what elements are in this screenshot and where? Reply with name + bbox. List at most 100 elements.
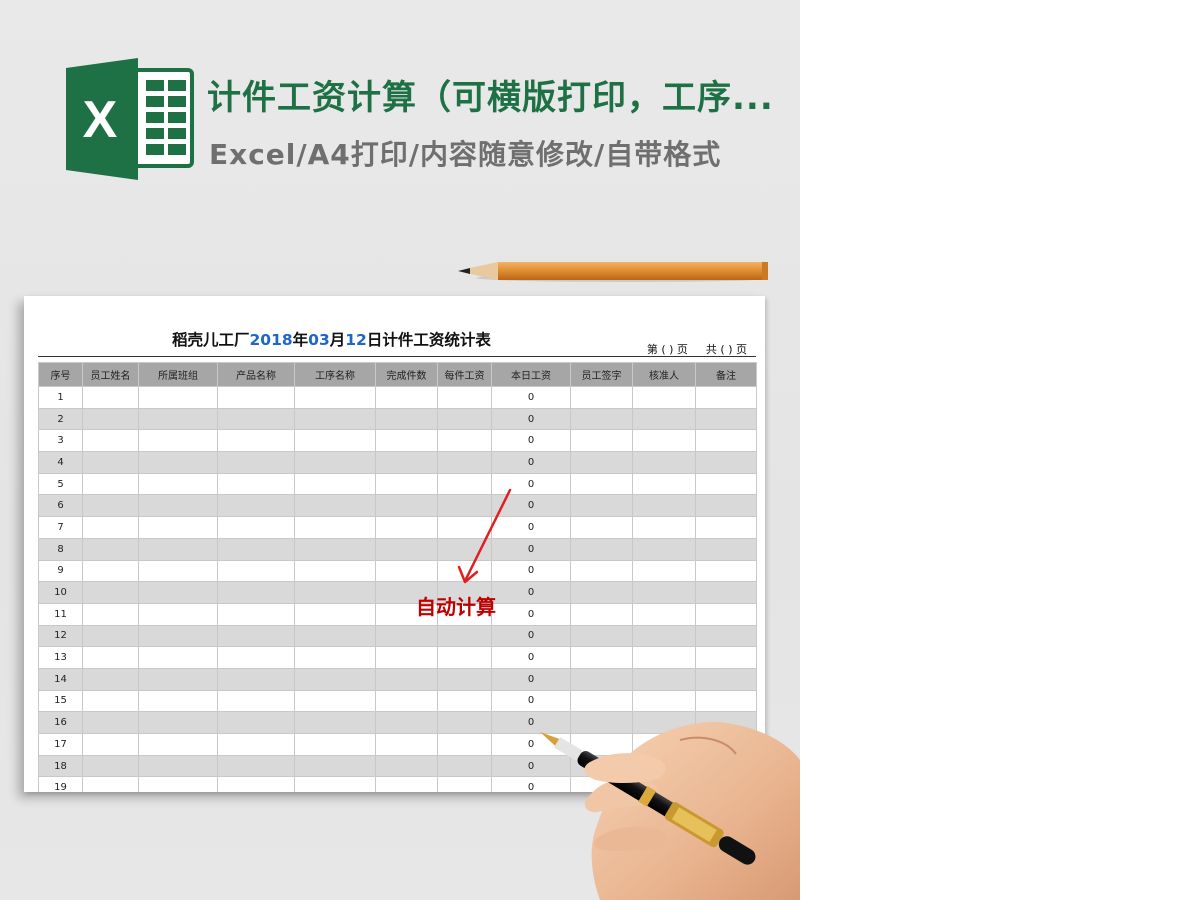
table-cell xyxy=(632,602,696,626)
table-cell xyxy=(82,472,139,496)
table-row: 70 xyxy=(38,516,757,539)
table-cell xyxy=(82,646,139,669)
table-cell xyxy=(82,602,139,626)
sheet-title-year-unit: 年 xyxy=(292,331,309,349)
table-cell xyxy=(570,602,633,626)
table-cell xyxy=(294,537,376,561)
sheet-title-day: 12 xyxy=(345,331,367,349)
table-cell xyxy=(570,516,633,539)
column-header: 工序名称 xyxy=(294,362,376,387)
table-cell xyxy=(217,754,295,778)
column-header: 产品名称 xyxy=(217,362,295,387)
table-cell xyxy=(437,451,492,474)
table-row: 10 xyxy=(38,386,757,409)
table-cell xyxy=(138,451,218,474)
sheet-title: 稻壳儿工厂2018年03月12日计件工资统计表 xyxy=(172,328,491,350)
title-divider xyxy=(38,356,756,357)
table-cell xyxy=(138,776,218,792)
page-info: 第 ( ) 页 共 ( ) 页 xyxy=(629,341,747,357)
table-cell xyxy=(570,472,633,496)
table-cell xyxy=(82,407,139,431)
table-cell xyxy=(632,537,696,561)
table-cell xyxy=(695,494,757,518)
table-cell xyxy=(294,689,376,713)
row-number-cell: 9 xyxy=(38,559,83,583)
table-cell xyxy=(138,559,218,583)
table-cell xyxy=(294,667,376,691)
row-number-cell: 11 xyxy=(38,602,83,626)
table-cell xyxy=(570,646,633,669)
column-header: 员工签字 xyxy=(570,362,633,387)
table-cell xyxy=(437,386,492,409)
table-cell xyxy=(217,407,295,431)
table-cell xyxy=(570,386,633,409)
row-number-cell: 13 xyxy=(38,646,83,669)
table-cell xyxy=(138,407,218,431)
table-cell xyxy=(217,733,295,756)
daily-wage-cell: 0 xyxy=(491,407,571,431)
table-cell xyxy=(217,689,295,713)
table-cell xyxy=(695,407,757,431)
table-cell xyxy=(82,516,139,539)
table-cell xyxy=(217,516,295,539)
sheet-title-prefix: 稻壳儿工厂 xyxy=(172,331,250,349)
daily-wage-cell: 0 xyxy=(491,429,571,453)
table-cell xyxy=(138,646,218,669)
table-cell xyxy=(294,646,376,669)
table-cell xyxy=(570,559,633,583)
table-cell xyxy=(570,429,633,453)
table-cell xyxy=(632,624,696,648)
table-cell xyxy=(82,429,139,453)
table-cell xyxy=(217,776,295,792)
table-row: 90 xyxy=(38,559,757,583)
table-row: 12 0 xyxy=(38,624,757,648)
table-cell xyxy=(437,624,492,648)
table-cell xyxy=(437,689,492,713)
table-cell xyxy=(82,624,139,648)
table-cell xyxy=(217,646,295,669)
table-cell xyxy=(82,494,139,518)
row-number-cell: 1 xyxy=(38,386,83,409)
table-cell xyxy=(570,537,633,561)
table-cell xyxy=(217,581,295,604)
table-cell xyxy=(294,776,376,792)
sheet-title-suffix: 日计件工资统计表 xyxy=(366,331,491,349)
table-cell xyxy=(138,689,218,713)
table-cell xyxy=(138,537,218,561)
table-cell xyxy=(217,472,295,496)
table-row: 50 xyxy=(38,472,757,496)
table-cell xyxy=(294,429,376,453)
table-cell xyxy=(375,472,438,496)
table-cell xyxy=(82,386,139,409)
column-header: 完成件数 xyxy=(375,362,438,387)
table-cell xyxy=(294,624,376,648)
table-cell xyxy=(138,733,218,756)
table-cell xyxy=(294,754,376,778)
table-cell xyxy=(632,472,696,496)
table-cell xyxy=(82,451,139,474)
table-cell xyxy=(695,667,757,691)
table-cell xyxy=(375,429,438,453)
table-cell xyxy=(217,429,295,453)
table-cell xyxy=(375,407,438,431)
table-cell xyxy=(138,624,218,648)
table-cell xyxy=(375,494,438,518)
table-cell xyxy=(695,537,757,561)
row-number-cell: 4 xyxy=(38,451,83,474)
daily-wage-cell: 0 xyxy=(491,386,571,409)
table-cell xyxy=(138,581,218,604)
table-row: 20 xyxy=(38,407,757,431)
column-header: 本日工资 xyxy=(491,362,571,387)
table-cell xyxy=(294,733,376,756)
column-header: 备注 xyxy=(695,362,757,387)
table-cell xyxy=(375,776,438,792)
table-cell xyxy=(695,559,757,583)
table-cell xyxy=(82,581,139,604)
table-cell xyxy=(82,733,139,756)
table-cell xyxy=(570,451,633,474)
row-number-cell: 10 xyxy=(38,581,83,604)
table-cell xyxy=(695,581,757,604)
row-number-cell: 12 xyxy=(38,624,83,648)
table-cell xyxy=(632,646,696,669)
row-number-cell: 7 xyxy=(38,516,83,539)
